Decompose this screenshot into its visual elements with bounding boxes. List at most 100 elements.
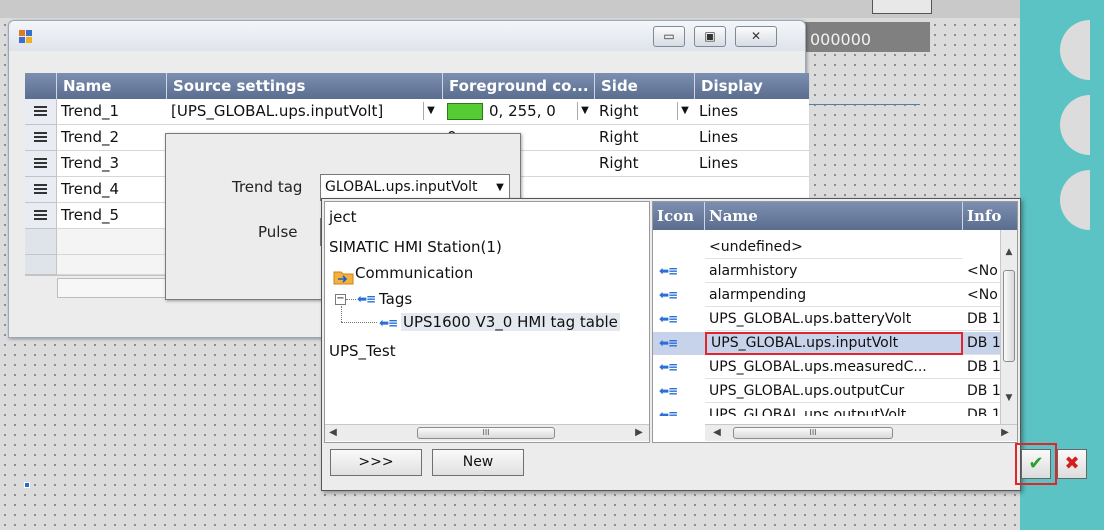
trend-tag-combobox[interactable]: GLOBAL.ups.inputVolt ▼ — [320, 174, 510, 201]
scroll-up-icon[interactable]: ▲ — [1001, 244, 1017, 260]
scroll-right-icon[interactable]: ▶ — [997, 425, 1013, 441]
scrollbar-thumb[interactable]: III — [733, 427, 893, 439]
display-cell[interactable]: Lines — [695, 151, 809, 177]
app-icon — [19, 30, 33, 44]
trend-name-cell[interactable]: Trend_5 — [57, 203, 167, 229]
tree-item-project[interactable]: UPS_Test — [329, 342, 396, 360]
minimize-icon: ▭ — [663, 29, 675, 43]
background-io-field-text: 000000 — [810, 30, 872, 49]
tree-item-project-root[interactable]: ject — [329, 208, 357, 226]
tree-item-station[interactable]: SIMATIC HMI Station(1) — [329, 238, 502, 256]
foreground-color-cell[interactable]: 0, 255, 0 ▼ — [443, 99, 595, 125]
tag-row[interactable]: ⬅≡ alarmpending <No address> — [653, 284, 1017, 307]
row-selector[interactable] — [25, 99, 57, 125]
row-selector[interactable] — [25, 229, 57, 255]
chevron-down-icon[interactable]: ▼ — [677, 102, 692, 120]
new-button[interactable]: New — [432, 449, 524, 476]
window-titlebar[interactable]: ▭ ▣ ✕ — [9, 21, 805, 51]
column-header-name[interactable]: Name — [57, 73, 167, 99]
tag-row-selected[interactable]: ⬅≡ UPS_GLOBAL.ups.inputVolt DB 1 DBD 116 — [653, 332, 1017, 355]
scrollbar-thumb[interactable]: III — [417, 427, 555, 439]
display-cell[interactable]: Lines — [695, 125, 809, 151]
tag-icon: ⬅≡ — [659, 264, 678, 278]
trend-tag-value: GLOBAL.ups.inputVolt — [325, 179, 478, 195]
scrollbar-thumb[interactable] — [1003, 270, 1015, 362]
tree-item-communication[interactable]: Communication — [355, 264, 473, 282]
cancel-button[interactable]: ✖ — [1057, 449, 1087, 479]
trend-name-cell[interactable]: Trend_2 — [57, 125, 167, 151]
scroll-left-icon[interactable]: ◀ — [325, 425, 341, 441]
scroll-right-icon[interactable]: ▶ — [631, 425, 647, 441]
pulse-label: Pulse — [258, 223, 298, 241]
tree-item-tags[interactable]: Tags — [379, 290, 412, 308]
scroll-down-icon[interactable]: ▼ — [1001, 390, 1017, 406]
chevron-down-icon[interactable]: ▼ — [577, 102, 592, 120]
ok-button[interactable]: ✔ — [1021, 449, 1051, 479]
tag-row[interactable]: ⬅≡ alarmhistory <No address> — [653, 260, 1017, 283]
source-settings-cell[interactable]: [UPS_GLOBAL.ups.inputVolt] ▼ — [167, 99, 443, 125]
background-line — [800, 104, 920, 105]
column-header-icon[interactable]: Icon — [653, 202, 705, 230]
row-selector[interactable] — [25, 151, 57, 177]
tag-list-horizontal-scrollbar[interactable]: ◀ III ▶ — [705, 424, 1017, 441]
display-cell[interactable]: Lines — [695, 99, 809, 125]
foreground-color-value: 0, 255, 0 — [489, 102, 556, 120]
minimize-button[interactable]: ▭ — [653, 26, 685, 47]
tag-name: alarmpending — [705, 284, 963, 307]
tag-row[interactable]: ⬅≡ UPS_GLOBAL.ups.measuredC... DB 1 DBD … — [653, 356, 1017, 379]
row-selector[interactable] — [25, 255, 57, 275]
tag-browser-dialog: ject SIMATIC HMI Station(1) Communicatio… — [321, 198, 1087, 491]
tag-icon: ⬅≡ — [357, 292, 376, 306]
tag-icon: ⬅≡ — [659, 288, 678, 302]
tag-row[interactable]: ⬅≡ UPS_GLOBAL.ups.outputCur DB 1 DBD 136 — [653, 380, 1017, 403]
column-header-side[interactable]: Side — [595, 73, 695, 99]
side-cell[interactable]: Right — [595, 151, 695, 177]
tag-name: UPS_GLOBAL.ups.batteryVolt — [705, 308, 963, 331]
tag-name: <undefined> — [705, 236, 963, 259]
tag-name: UPS_GLOBAL.ups.outputCur — [705, 380, 963, 403]
column-header-info[interactable]: Info — [963, 202, 1017, 230]
background-toolbar-strip — [0, 0, 1020, 18]
chevron-down-icon[interactable]: ▼ — [491, 175, 509, 200]
trend-tag-label: Trend tag — [232, 178, 303, 196]
tag-name: UPS_GLOBAL.ups.measuredC... — [705, 356, 963, 379]
tag-list-vertical-scrollbar[interactable]: ▲ ▼ — [1000, 230, 1017, 426]
tag-row[interactable]: ⬅≡ UPS_GLOBAL.ups.outputVolt DB 1 DBD 12… — [653, 404, 1017, 416]
cross-icon: ✖ — [1064, 453, 1080, 474]
tree-item-tag-table[interactable]: UPS1600 V3_0 HMI tag table — [401, 313, 620, 331]
column-header-name[interactable]: Name — [705, 202, 963, 230]
expand-button[interactable]: >>> — [330, 449, 422, 476]
project-tree: ject SIMATIC HMI Station(1) Communicatio… — [324, 201, 650, 443]
close-icon: ✕ — [750, 29, 762, 43]
tree-horizontal-scrollbar[interactable]: ◀ III ▶ — [325, 424, 649, 441]
column-header-foreground-color[interactable]: Foreground co... — [443, 73, 595, 99]
scroll-left-icon[interactable]: ◀ — [709, 425, 725, 441]
tag-row[interactable]: ⬅≡ UPS_GLOBAL.ups.batteryVolt DB 1 DBD 1… — [653, 308, 1017, 331]
column-header-display[interactable]: Display — [695, 73, 809, 99]
maximize-icon: ▣ — [704, 29, 716, 43]
selection-handle[interactable] — [24, 482, 30, 488]
column-header-source-settings[interactable]: Source settings — [167, 73, 443, 99]
maximize-button[interactable]: ▣ — [694, 26, 726, 47]
collapse-icon[interactable]: − — [335, 294, 346, 305]
close-button[interactable]: ✕ — [735, 26, 777, 47]
tag-name: alarmhistory — [705, 260, 963, 283]
tag-name: UPS_GLOBAL.ups.outputVolt — [705, 404, 963, 416]
trend-grid-header: Name Source settings Foreground co... Si… — [25, 73, 809, 99]
folder-icon — [333, 268, 354, 285]
side-cell[interactable]: Right — [595, 125, 695, 151]
row-selector[interactable] — [25, 125, 57, 151]
source-settings-value: [UPS_GLOBAL.ups.inputVolt] — [171, 102, 384, 120]
trend-name-cell[interactable]: Trend_3 — [57, 151, 167, 177]
trend-name-cell[interactable]: Trend_4 — [57, 177, 167, 203]
trend-name-cell[interactable]: Trend_1 — [57, 99, 167, 125]
table-row[interactable]: Trend_1 [UPS_GLOBAL.ups.inputVolt] ▼ 0, … — [25, 99, 809, 125]
row-selector[interactable] — [25, 203, 57, 229]
chevron-down-icon[interactable]: ▼ — [423, 102, 438, 120]
side-cell[interactable]: Right ▼ — [595, 99, 695, 125]
background-frame-element — [872, 0, 932, 14]
tag-row[interactable]: <undefined> — [653, 236, 1017, 259]
tag-icon: ⬅≡ — [659, 336, 678, 350]
row-selector[interactable] — [25, 177, 57, 203]
tag-table-icon: ⬅≡ — [379, 316, 398, 330]
